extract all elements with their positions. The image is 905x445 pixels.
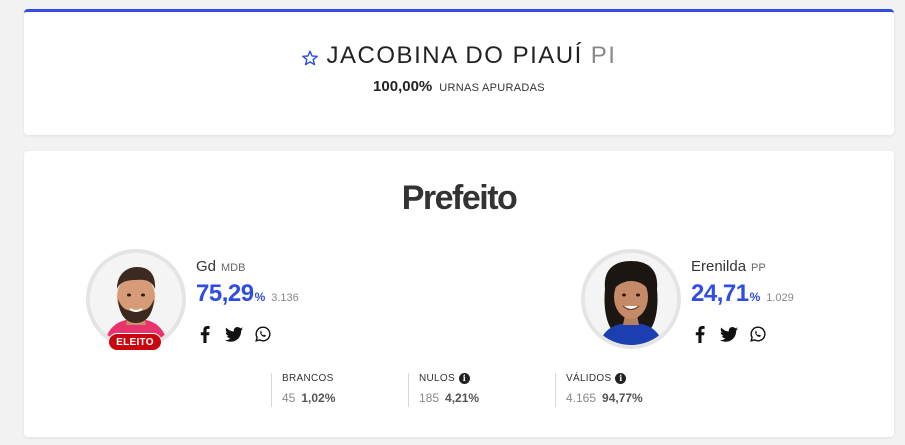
stat-percent: 94,77%	[602, 391, 643, 405]
percent-sign: %	[254, 290, 266, 304]
info-icon[interactable]: i	[458, 373, 470, 384]
candidate-photo-man-icon	[90, 253, 182, 345]
office-title: Prefeito	[401, 179, 518, 217]
candidate-votes: 3.136	[271, 292, 299, 304]
city-card: JACOBINA DO PIAUÍ PI 100,00% URNAS APURA…	[24, 9, 894, 135]
city-name: JACOBINA DO PIAUÍ	[326, 42, 583, 69]
twitter-icon[interactable]	[225, 325, 243, 343]
twitter-icon[interactable]	[720, 325, 738, 343]
candidate-photo-woman-icon	[585, 253, 677, 345]
candidate-photo[interactable]: ELEITO	[86, 249, 186, 351]
elected-badge: ELEITO	[108, 333, 162, 351]
stat-values: 45 1,02%	[282, 389, 335, 407]
stat-label: BRANCOS	[282, 373, 335, 384]
candidate-party: PP	[751, 262, 766, 274]
city-title-row: JACOBINA DO PIAUÍ PI	[24, 42, 894, 70]
share-bar	[691, 325, 778, 343]
counting-status: 100,00% URNAS APURADAS	[24, 78, 894, 95]
stat-label-text: NULOS	[419, 373, 455, 384]
star-icon[interactable]	[301, 50, 318, 66]
whatsapp-icon[interactable]	[254, 325, 272, 343]
counted-label: URNAS APURADAS	[439, 82, 545, 94]
stat-nulos: NULOS i 185 4,21%	[408, 373, 479, 407]
percent-sign: %	[749, 290, 761, 304]
candidate-info: Gd MDB 75,29% 3.136	[196, 258, 396, 308]
stat-percent: 4,21%	[445, 391, 480, 405]
whatsapp-icon[interactable]	[749, 325, 767, 343]
stat-count: 45	[282, 391, 296, 405]
stat-label: NULOS i	[419, 373, 479, 384]
candidate-name-row: Gd MDB	[196, 258, 396, 276]
race-card: Prefeito ELEITO Gd MDB 75,29% 3.136 Eren…	[24, 151, 894, 437]
stat-count: 4.165	[566, 391, 597, 405]
stat-values: 185 4,21%	[419, 389, 479, 407]
candidate-name-row: Erenilda PP	[691, 258, 891, 276]
facebook-icon[interactable]	[691, 325, 709, 343]
percent-counted: 100,00%	[373, 78, 433, 95]
stat-label: VÁLIDOS i	[566, 373, 643, 384]
stat-brancos: BRANCOS 45 1,02%	[271, 373, 335, 407]
city-state: PI	[590, 42, 617, 69]
share-bar	[196, 325, 283, 343]
candidate-photo[interactable]	[581, 249, 681, 349]
candidate-percent: 24,71	[691, 280, 749, 307]
stat-count: 185	[419, 391, 440, 405]
candidate-name[interactable]: Erenilda	[691, 258, 746, 275]
facebook-icon[interactable]	[196, 325, 214, 343]
candidate-info: Erenilda PP 24,71% 1.029	[691, 258, 891, 308]
stat-validos: VÁLIDOS i 4.165 94,77%	[555, 373, 643, 407]
stat-label-text: VÁLIDOS	[566, 373, 612, 384]
candidate-result: 75,29% 3.136	[196, 280, 396, 308]
candidate-party: MDB	[221, 262, 246, 274]
candidate-name[interactable]: Gd	[196, 258, 216, 275]
candidate-votes: 1.029	[766, 292, 794, 304]
stat-percent: 1,02%	[301, 391, 336, 405]
candidate-percent: 75,29	[196, 280, 254, 307]
candidate-result: 24,71% 1.029	[691, 280, 891, 308]
stat-label-text: BRANCOS	[282, 373, 334, 384]
info-icon[interactable]: i	[615, 373, 627, 384]
stat-values: 4.165 94,77%	[566, 389, 643, 407]
